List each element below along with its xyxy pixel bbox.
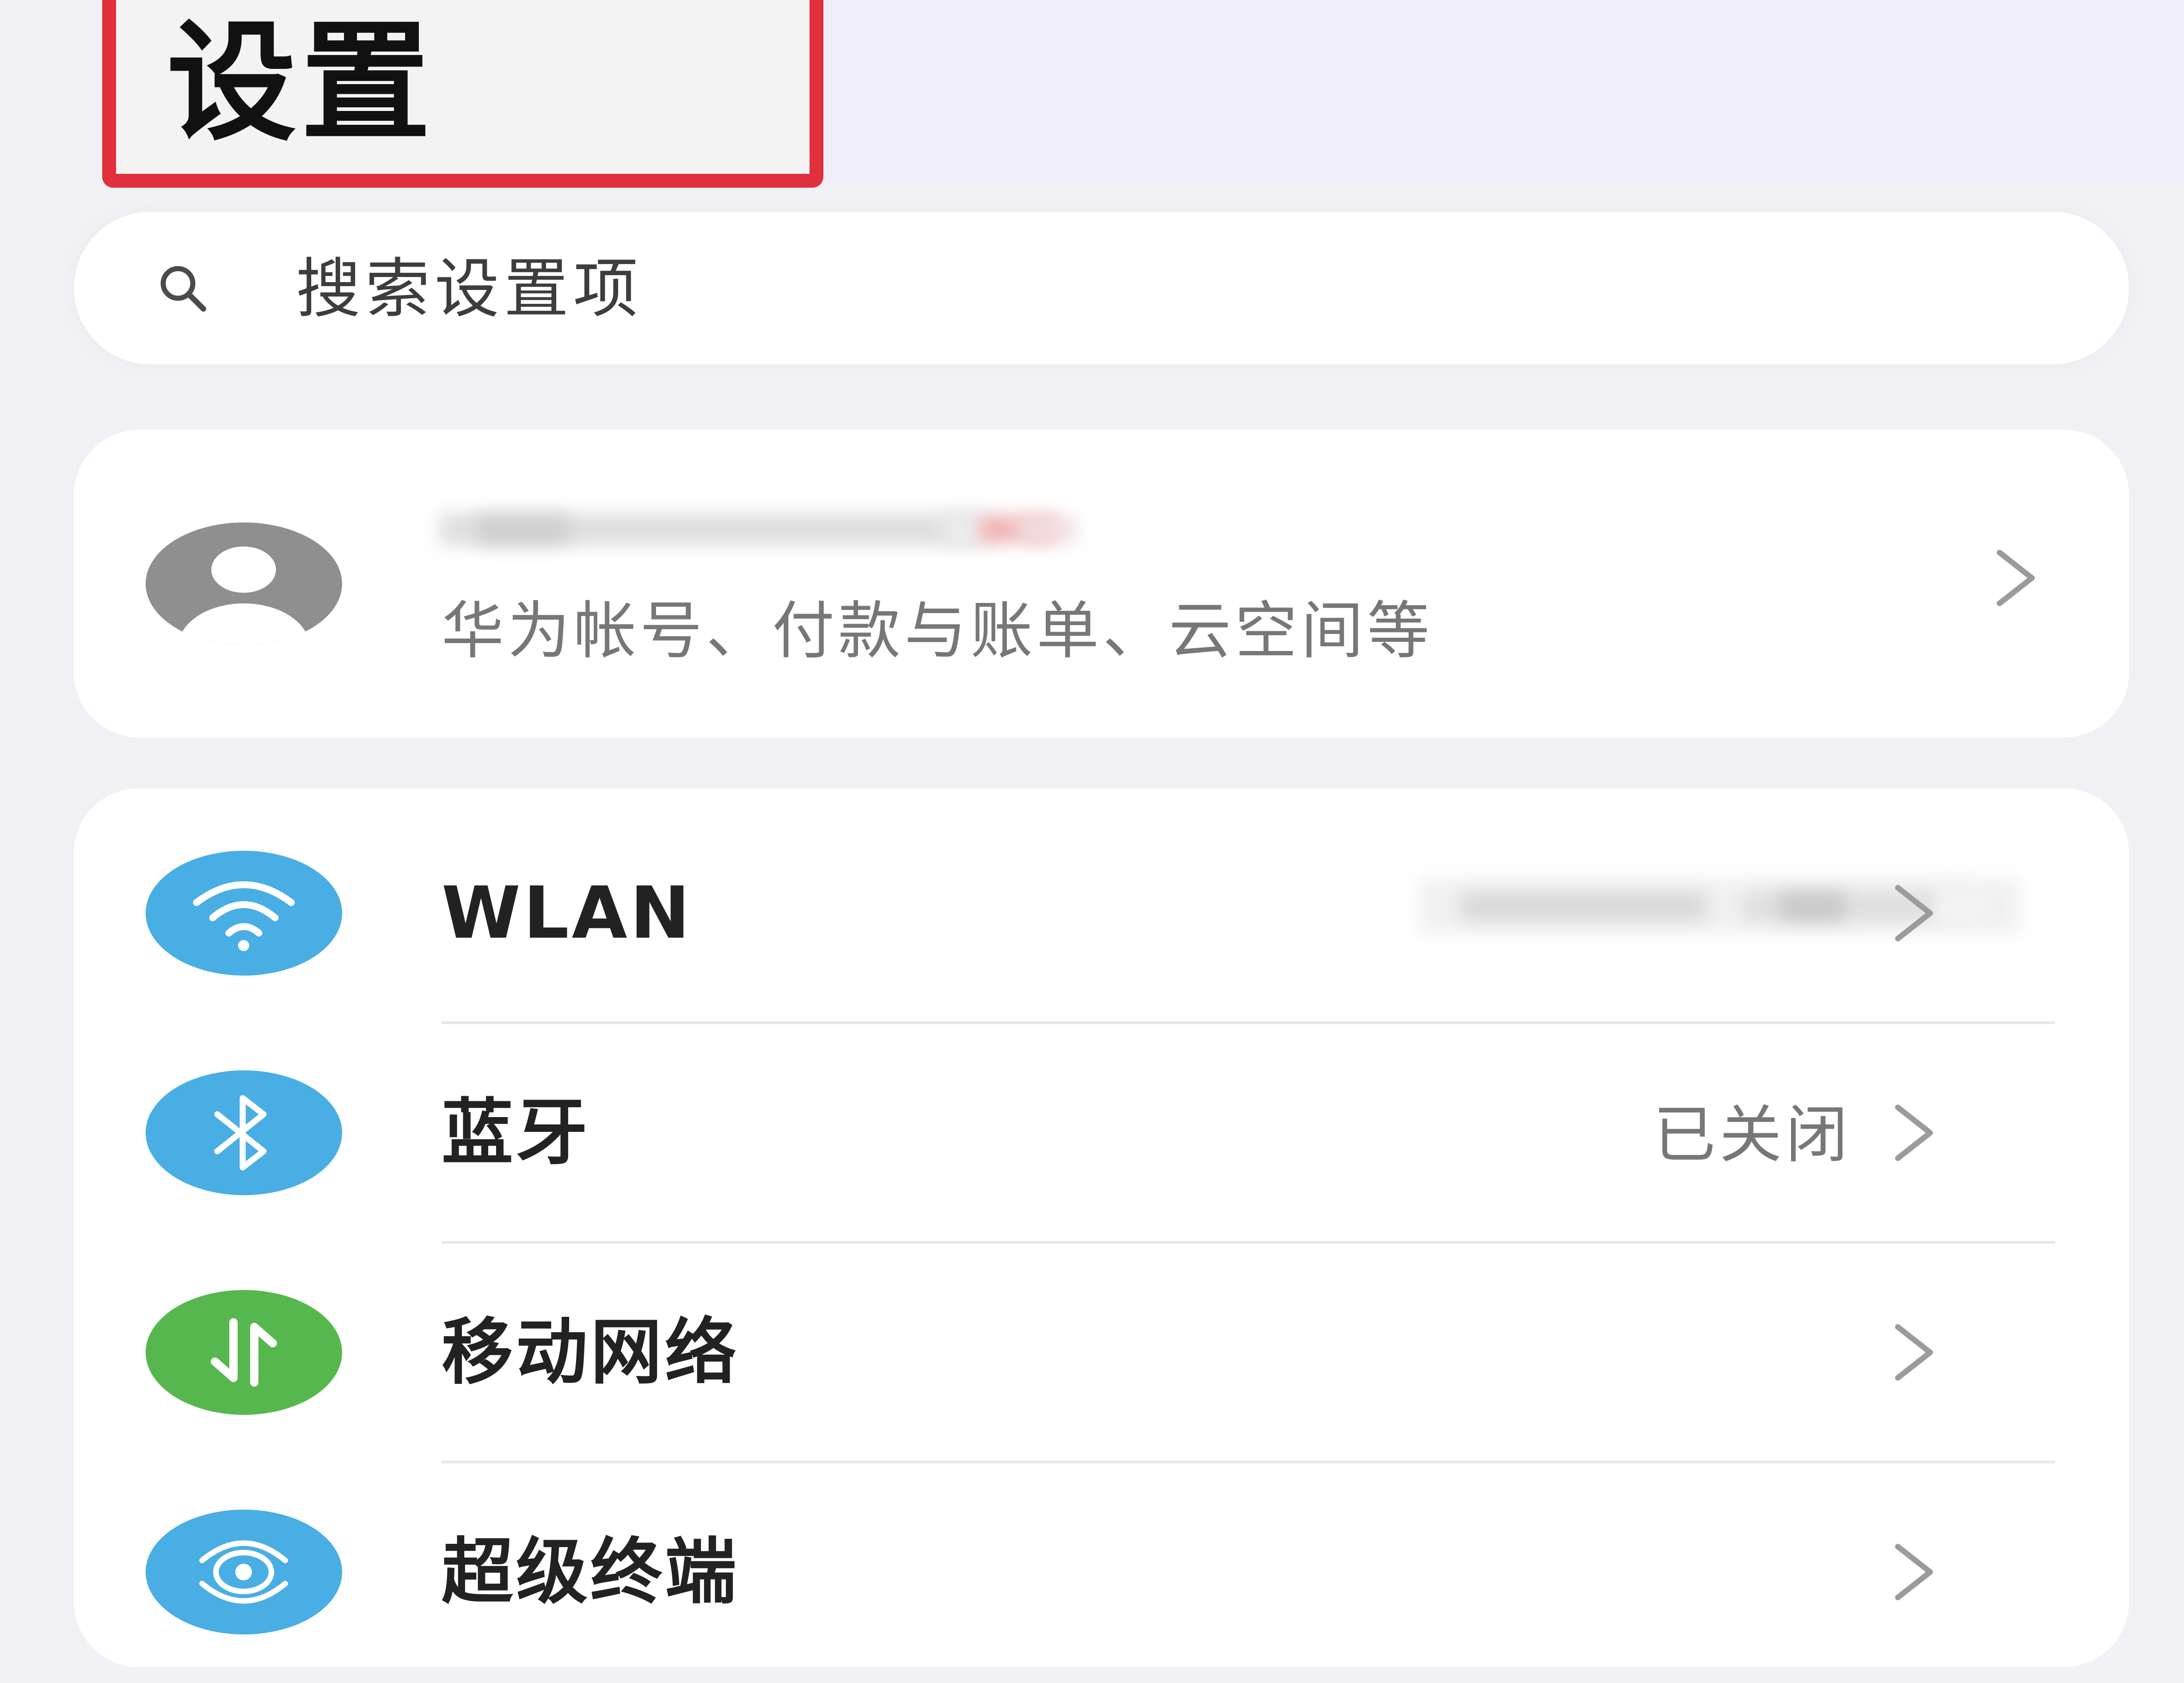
- super-device-icon: [146, 1510, 342, 1634]
- mobile-data-icon: [146, 1290, 342, 1415]
- wifi-icon: [146, 851, 342, 976]
- settings-item-label: WLAN: [442, 871, 693, 955]
- settings-item-super-device[interactable]: 超级终端: [74, 1463, 2129, 1683]
- settings-page: 设置 华为帐号、付款与账单、云空间等 WLAN: [0, 0, 2184, 1667]
- account-name-redacted: [439, 497, 1077, 557]
- settings-item-bluetooth[interactable]: 蓝牙 已关闭: [74, 1024, 2129, 1244]
- settings-item-label: 移动网络: [442, 1310, 739, 1394]
- avatar: [146, 522, 342, 645]
- account-subtitle: 华为帐号、付款与账单、云空间等: [442, 595, 1433, 667]
- page-title-highlight-box: 设置: [102, 0, 823, 188]
- chevron-right-icon: [1895, 1324, 1933, 1381]
- chevron-right-icon: [1895, 885, 1933, 941]
- search-input[interactable]: [296, 240, 1960, 338]
- top-background: [823, 0, 2184, 180]
- settings-item-mobile-network[interactable]: 移动网络: [74, 1244, 2129, 1463]
- chevron-right-icon: [1895, 1105, 1933, 1161]
- search-icon: [160, 266, 206, 312]
- page-title: 设置: [167, 8, 435, 159]
- settings-item-label: 超级终端: [442, 1530, 739, 1614]
- wlan-network-name-redacted: [1419, 867, 2043, 946]
- settings-item-status: 已关闭: [1653, 1099, 1852, 1171]
- settings-item-wlan[interactable]: WLAN: [74, 805, 2129, 1024]
- avatar-head-icon: [211, 547, 276, 593]
- account-card[interactable]: [74, 430, 2129, 737]
- bluetooth-icon: [146, 1070, 342, 1195]
- avatar-body-icon: [178, 603, 310, 645]
- settings-item-label: 蓝牙: [442, 1091, 590, 1174]
- chevron-right-icon: [1895, 1544, 1933, 1600]
- chevron-right-icon: [1997, 550, 2035, 606]
